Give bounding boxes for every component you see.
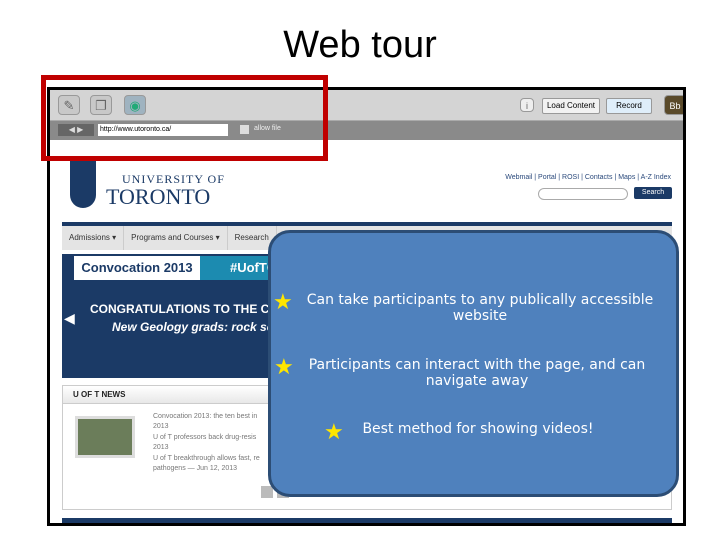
top-links[interactable]: Webmail | Portal | ROSI | Contacts | Map… [505, 174, 671, 181]
search-input[interactable] [538, 188, 628, 200]
footer-bar [62, 518, 672, 523]
banner-prev-icon[interactable]: ◀ [64, 310, 75, 327]
news-item-date: 2013 [153, 423, 169, 430]
bb-logo-icon: Bb [664, 95, 683, 115]
callout-box: ★ Can take participants to any publicall… [268, 230, 679, 497]
info-icon[interactable]: i [520, 98, 534, 112]
star-icon: ★ [274, 354, 294, 379]
news-item[interactable]: U of T professors back drug-resis [153, 434, 256, 441]
news-item-date: pathogens — Jun 12, 2013 [153, 465, 238, 472]
star-icon: ★ [273, 289, 293, 314]
bullet-1: Can take participants to any publically … [306, 292, 654, 324]
logo-line2: TORONTO [106, 184, 211, 209]
crest-icon [70, 158, 96, 208]
highlight-box [41, 75, 328, 161]
slide-title: Web tour [283, 24, 437, 66]
record-button[interactable]: Record [606, 98, 652, 114]
banner-subhead: New Geology grads: rock so [112, 320, 275, 334]
news-item-date: 2013 [153, 444, 169, 451]
star-icon: ★ [324, 419, 344, 444]
nav-programs[interactable]: Programs and Courses ▾ [124, 226, 228, 250]
load-content-button[interactable]: Load Content [542, 98, 600, 114]
bullet-3: Best method for showing videos! [362, 421, 594, 437]
banner-tab-convocation[interactable]: Convocation 2013 [74, 256, 200, 280]
bullet-2: Participants can interact with the page,… [308, 357, 646, 389]
news-item[interactable]: U of T breakthrough allows fast, re [153, 455, 260, 462]
nav-admissions[interactable]: Admissions ▾ [62, 226, 125, 250]
news-photo [75, 416, 135, 458]
news-item[interactable]: Convocation 2013: the ten best in [153, 413, 257, 420]
search-button[interactable]: Search [634, 187, 672, 199]
